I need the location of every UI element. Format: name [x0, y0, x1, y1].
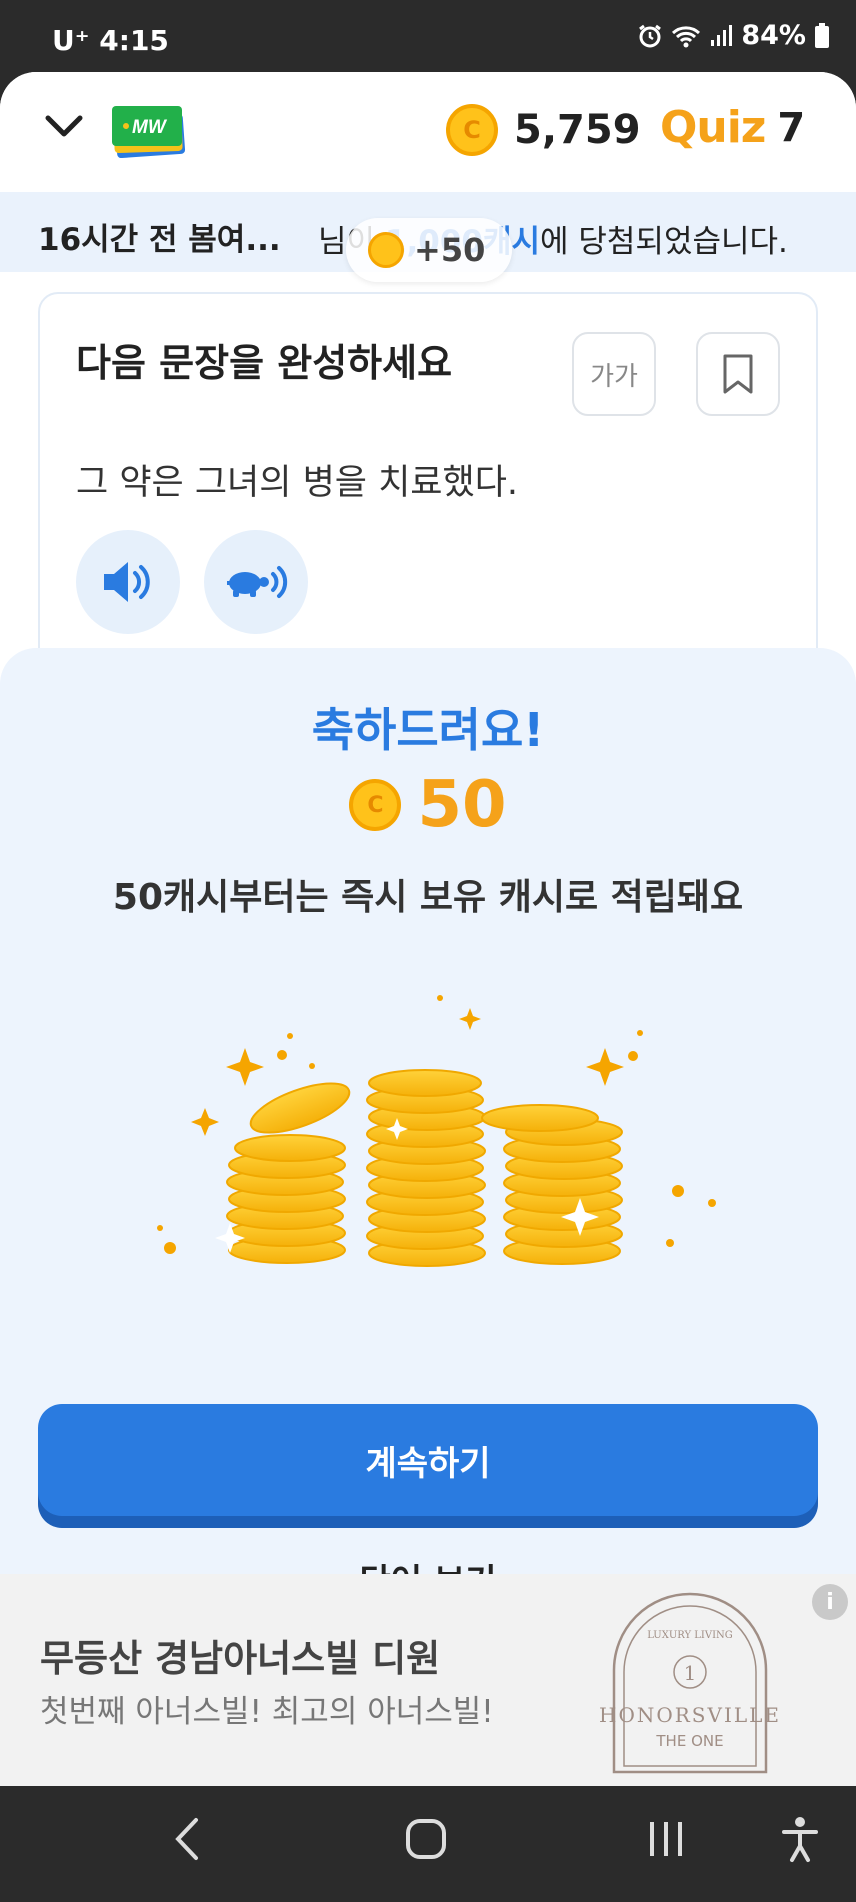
carrier-time: U⁺ 4:15: [52, 24, 169, 57]
status-bar: U⁺ 4:15 84%: [0, 0, 856, 72]
logo-numeral: 1: [684, 1661, 697, 1685]
app-screen: MW C 5,759 Quiz 7 16시간 전 봄여... 님이 1,000캐…: [0, 72, 856, 1786]
reward-notice: 50캐시부터는 즉시 보유 캐시로 적립돼요: [112, 877, 744, 918]
bookmark-icon: [723, 354, 753, 394]
quiz-count: 7: [777, 104, 806, 151]
cash-value: 5,759: [514, 107, 641, 153]
continue-button[interactable]: 계속하기: [38, 1404, 818, 1516]
reward-sheet: 축하드려요! C 50 50캐시부터는 즉시 보유 캐시로 적립돼요 계속하기: [0, 648, 856, 1602]
turtle-speaker-icon: [227, 566, 288, 598]
cash-balance[interactable]: C 5,759: [446, 104, 641, 156]
reward-amount: C 50: [0, 768, 856, 842]
logo-sub-text: THE ONE: [655, 1732, 723, 1750]
quiz-counter[interactable]: Quiz 7: [660, 102, 805, 153]
app-header: MW C 5,759 Quiz 7: [0, 72, 856, 192]
status-icons: 84%: [637, 20, 830, 51]
alarm-icon: [639, 24, 662, 47]
plus-cash-badge: +50: [346, 218, 512, 282]
coin-icon: C: [446, 104, 498, 156]
chevron-down-icon[interactable]: [44, 112, 84, 142]
play-audio-button[interactable]: [76, 530, 180, 634]
reward-value: 50: [417, 768, 507, 842]
reward-title: 축하드려요!: [311, 703, 545, 757]
wifi-icon: [672, 25, 701, 47]
quiz-label: Quiz: [660, 102, 766, 153]
speaker-icon: [104, 562, 150, 602]
play-slow-audio-button[interactable]: [204, 530, 308, 634]
home-icon[interactable]: [404, 1814, 448, 1864]
logo-brand-text: HONORSVILLE: [599, 1703, 781, 1727]
battery-percent: 84%: [741, 20, 806, 51]
font-size-button[interactable]: 가가: [572, 332, 656, 416]
ad-title: 무등산 경남아너스빌 디원: [40, 1637, 441, 1680]
ticker-suffix: 에 당첨되었습니다.: [540, 224, 788, 260]
logo-top-text: LUXURY LIVING: [647, 1630, 733, 1641]
question-sentence: 그 약은 그녀의 병을 치료했다.: [76, 463, 519, 503]
ad-subtitle: 첫번째 아너스빌! 최고의 아너스빌!: [40, 1694, 494, 1730]
coin-icon: C: [349, 779, 402, 831]
accessibility-icon[interactable]: [780, 1814, 820, 1864]
system-nav-bar: [0, 1786, 856, 1902]
battery-icon: [815, 22, 829, 48]
cards-logo-icon: MW: [112, 106, 186, 159]
bookmark-button[interactable]: [696, 332, 780, 416]
signal-icon: [711, 24, 733, 46]
coin-icon: [368, 232, 404, 268]
recents-icon[interactable]: [646, 1814, 686, 1864]
coin-stacks-illustration: [157, 995, 716, 1267]
plus-cash-text: +50: [414, 231, 486, 269]
question-title: 다음 문장을 완성하세요: [76, 341, 453, 385]
honorsville-logo: LUXURY LIVING 1 HONORSVILLE THE ONE: [599, 1592, 781, 1774]
ticker-user: 16시간 전 봄여...: [38, 222, 281, 258]
app-logo[interactable]: MW: [112, 102, 192, 162]
back-icon[interactable]: [172, 1814, 202, 1864]
ad-info-icon[interactable]: i: [812, 1584, 848, 1620]
ad-banner[interactable]: 무등산 경남아너스빌 디원 첫번째 아너스빌! 최고의 아너스빌! i LUXU…: [0, 1574, 856, 1786]
logo-text: MW: [132, 117, 168, 138]
